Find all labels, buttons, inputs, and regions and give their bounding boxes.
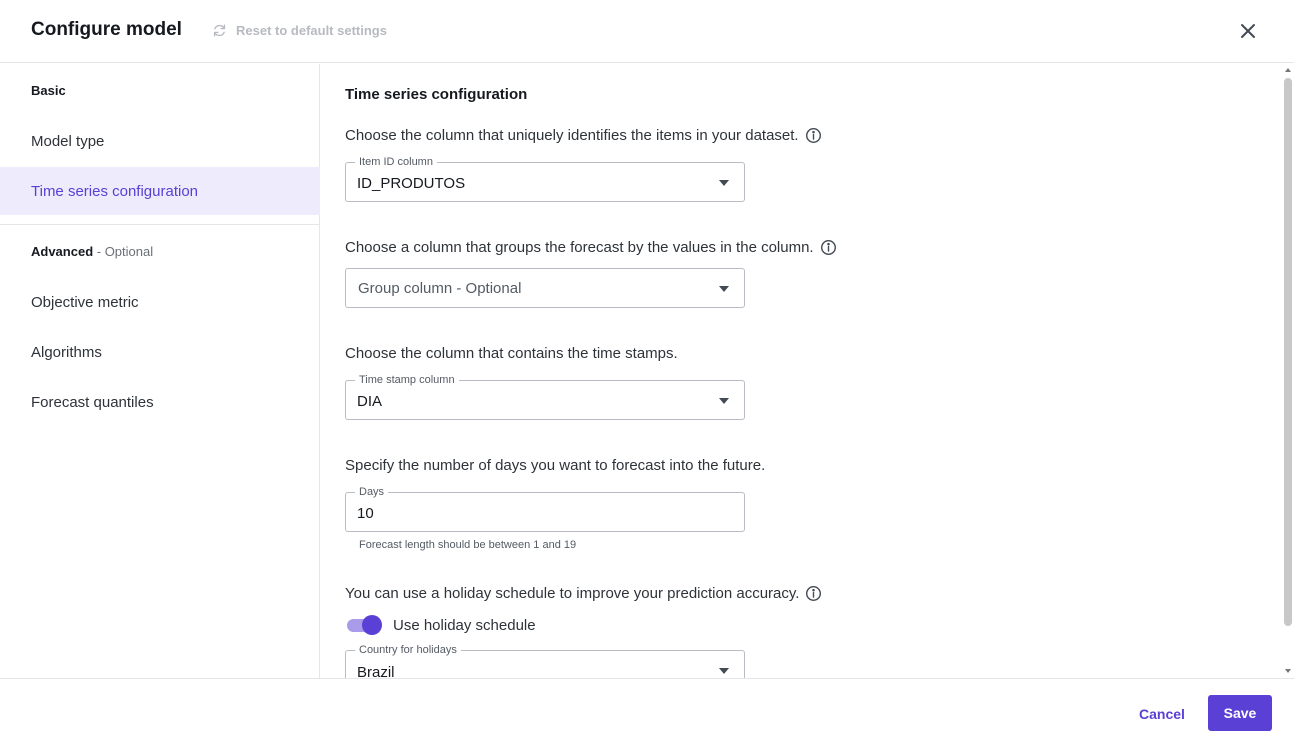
country-value: Brazil bbox=[357, 664, 395, 678]
caret-down-icon bbox=[719, 668, 729, 674]
days-prompt: Specify the number of days you want to f… bbox=[345, 457, 765, 474]
group-prompt: Choose a column that groups the forecast… bbox=[345, 239, 837, 256]
advanced-heading: Advanced - Optional bbox=[31, 244, 153, 259]
days-helper-text: Forecast length should be between 1 and … bbox=[359, 539, 577, 551]
close-icon[interactable] bbox=[1237, 20, 1259, 42]
info-icon[interactable] bbox=[820, 239, 837, 256]
group-column-select[interactable]: Group column - Optional bbox=[345, 268, 745, 308]
item-id-value: ID_PRODUTOS bbox=[357, 175, 466, 192]
sidebar-item-label: Forecast quantiles bbox=[31, 393, 154, 411]
save-button[interactable]: Save bbox=[1208, 695, 1272, 731]
scroll-thumb[interactable] bbox=[1284, 78, 1292, 626]
dialog-header: Configure model Reset to default setting… bbox=[0, 0, 1294, 63]
reset-defaults-label: Reset to default settings bbox=[236, 23, 387, 38]
country-select[interactable]: Country for holidays Brazil bbox=[345, 644, 745, 678]
main-panel: Time series configuration Choose the col… bbox=[321, 64, 1283, 678]
main-scrollbar[interactable] bbox=[1283, 64, 1294, 678]
settings-sidebar: Basic Model type Time series configurati… bbox=[0, 64, 320, 678]
country-legend: Country for holidays bbox=[355, 644, 461, 657]
caret-down-icon bbox=[719, 398, 729, 404]
item-id-prompt: Choose the column that uniquely identifi… bbox=[345, 127, 822, 144]
timestamp-select[interactable]: Time stamp column DIA bbox=[345, 374, 745, 420]
caret-down-icon bbox=[719, 180, 729, 186]
toggle-knob bbox=[362, 615, 382, 635]
sidebar-item-algorithms[interactable]: Algorithms bbox=[0, 328, 320, 376]
days-legend: Days bbox=[355, 486, 389, 499]
timestamp-prompt-text: Choose the column that contains the time… bbox=[345, 345, 678, 362]
advanced-heading-label: Advanced bbox=[31, 244, 94, 259]
item-id-prompt-text: Choose the column that uniquely identifi… bbox=[345, 127, 799, 144]
dialog-footer: Cancel Save bbox=[0, 678, 1294, 742]
sidebar-item-time-series-configuration[interactable]: Time series configuration bbox=[0, 167, 320, 215]
timestamp-prompt: Choose the column that contains the time… bbox=[345, 345, 678, 362]
holiday-prompt-text: You can use a holiday schedule to improv… bbox=[345, 585, 800, 602]
scroll-up-arrow-icon[interactable] bbox=[1285, 68, 1291, 72]
sidebar-item-label: Time series configuration bbox=[31, 182, 199, 200]
group-column-placeholder: Group column - Optional bbox=[358, 280, 522, 297]
sidebar-item-label: Objective metric bbox=[31, 293, 139, 311]
sidebar-divider bbox=[0, 224, 320, 225]
refresh-icon bbox=[213, 24, 226, 37]
days-value: 10 bbox=[357, 505, 374, 522]
optional-suffix: - Optional bbox=[93, 244, 154, 259]
dialog-title: Configure model bbox=[31, 19, 182, 40]
item-id-legend: Item ID column bbox=[355, 156, 437, 169]
sidebar-item-objective-metric[interactable]: Objective metric bbox=[0, 278, 320, 326]
timestamp-value: DIA bbox=[357, 393, 383, 410]
scroll-down-arrow-icon[interactable] bbox=[1285, 669, 1291, 673]
sidebar-item-forecast-quantiles[interactable]: Forecast quantiles bbox=[0, 378, 320, 426]
timestamp-legend: Time stamp column bbox=[355, 374, 459, 387]
info-icon[interactable] bbox=[805, 585, 822, 602]
caret-down-icon bbox=[719, 286, 729, 292]
basic-heading: Basic bbox=[31, 83, 66, 98]
item-id-select[interactable]: Item ID column ID_PRODUTOS bbox=[345, 156, 745, 202]
cancel-button[interactable]: Cancel bbox=[1139, 706, 1185, 722]
holiday-schedule-toggle[interactable] bbox=[345, 614, 383, 636]
days-input[interactable]: Days 10 bbox=[345, 486, 745, 532]
holiday-toggle-row: Use holiday schedule bbox=[345, 614, 536, 636]
info-icon[interactable] bbox=[805, 127, 822, 144]
holiday-prompt: You can use a holiday schedule to improv… bbox=[345, 585, 822, 602]
holiday-toggle-label: Use holiday schedule bbox=[393, 616, 536, 634]
reset-defaults-button[interactable]: Reset to default settings bbox=[211, 22, 387, 39]
sidebar-item-label: Model type bbox=[31, 132, 105, 150]
section-title: Time series configuration bbox=[345, 86, 528, 103]
configure-model-dialog: Configure model Reset to default setting… bbox=[0, 0, 1294, 742]
sidebar-item-label: Algorithms bbox=[31, 343, 102, 361]
group-prompt-text: Choose a column that groups the forecast… bbox=[345, 239, 814, 256]
days-prompt-text: Specify the number of days you want to f… bbox=[345, 457, 766, 474]
sidebar-item-model-type[interactable]: Model type bbox=[0, 117, 320, 165]
